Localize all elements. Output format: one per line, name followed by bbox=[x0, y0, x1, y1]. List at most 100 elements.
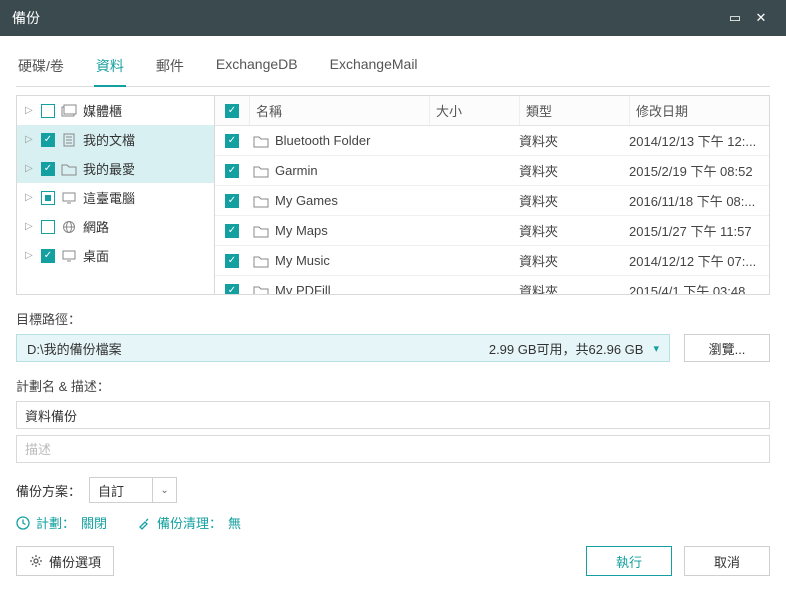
backup-options-label: 備份選項 bbox=[49, 552, 101, 571]
tab-disk[interactable]: 硬碟/卷 bbox=[16, 48, 66, 86]
file-list[interactable]: ✓ 名稱 大小 類型 修改日期 ✓Bluetooth Folder資料夾2014… bbox=[215, 96, 769, 294]
column-header-name[interactable]: 名稱 bbox=[249, 96, 429, 125]
file-name: My Music bbox=[275, 253, 330, 268]
table-row[interactable]: ✓Bluetooth Folder資料夾2014/12/13 下午 12:... bbox=[215, 126, 769, 156]
source-tabs: 硬碟/卷 資料 郵件 ExchangeDB ExchangeMail bbox=[16, 48, 770, 87]
table-row[interactable]: ✓Garmin資料夾2015/2/19 下午 08:52 bbox=[215, 156, 769, 186]
globe-icon bbox=[61, 220, 77, 234]
titlebar: 備份 ▭ ✕ bbox=[0, 0, 786, 36]
clock-icon bbox=[16, 516, 30, 530]
folder-icon bbox=[253, 224, 269, 238]
folder-icon bbox=[253, 284, 269, 295]
chevron-down-icon[interactable]: ⌄ bbox=[153, 477, 177, 503]
table-row[interactable]: ✓ My Maps 資料夾2015/1/27 下午 11:57 bbox=[215, 216, 769, 246]
file-name: My PDFill bbox=[275, 283, 331, 294]
expander-icon[interactable]: ▷ bbox=[25, 105, 35, 116]
file-name: Garmin bbox=[275, 163, 318, 178]
checkbox[interactable]: ✓ bbox=[225, 194, 239, 208]
file-date: 2016/11/18 下午 08:... bbox=[629, 191, 769, 210]
chevron-down-icon[interactable]: ▾ bbox=[653, 342, 659, 355]
checkbox[interactable] bbox=[41, 220, 55, 234]
file-date: 2015/4/1 下午 03:48 bbox=[629, 281, 769, 294]
scheme-label: 備份方案： bbox=[16, 481, 81, 500]
tab-data[interactable]: 資料 bbox=[94, 48, 126, 86]
tree-item[interactable]: ▷ 這臺電腦 bbox=[17, 183, 214, 212]
gear-icon bbox=[29, 554, 43, 568]
file-type: 資料夾 bbox=[519, 221, 629, 240]
tree-item[interactable]: ▷ ✓ 桌面 bbox=[17, 241, 214, 270]
tab-exchangedb[interactable]: ExchangeDB bbox=[214, 48, 300, 86]
target-capacity: 2.99 GB可用，共62.96 GB bbox=[489, 339, 644, 358]
expander-icon[interactable]: ▷ bbox=[25, 250, 35, 261]
target-path-label: 目標路徑： bbox=[16, 309, 770, 328]
cancel-button[interactable]: 取消 bbox=[684, 546, 770, 576]
column-header-date[interactable]: 修改日期 bbox=[629, 96, 769, 125]
maximize-icon[interactable]: ▭ bbox=[722, 10, 748, 26]
checkbox-header[interactable]: ✓ bbox=[225, 104, 239, 118]
checkbox[interactable]: ✓ bbox=[225, 134, 239, 148]
close-icon[interactable]: ✕ bbox=[748, 10, 774, 26]
monitor-icon bbox=[61, 191, 77, 205]
checkbox[interactable]: ✓ bbox=[225, 164, 239, 178]
tree-item[interactable]: ▷ ✓ 我的文檔 bbox=[17, 125, 214, 154]
file-type: 資料夾 bbox=[519, 131, 629, 150]
expander-icon[interactable]: ▷ bbox=[25, 192, 35, 203]
plan-label: 計劃名 & 描述： bbox=[16, 376, 770, 395]
tab-mail[interactable]: 郵件 bbox=[154, 48, 186, 86]
file-name: Bluetooth Folder bbox=[275, 133, 370, 148]
schedule-link[interactable]: 計劃： 關閉 bbox=[16, 513, 107, 532]
checkbox[interactable] bbox=[41, 191, 55, 205]
file-date: 2014/12/12 下午 07:... bbox=[629, 251, 769, 270]
file-type: 資料夾 bbox=[519, 161, 629, 180]
file-date: 2015/1/27 下午 11:57 bbox=[629, 221, 769, 240]
plan-desc-input[interactable] bbox=[16, 435, 770, 463]
checkbox[interactable] bbox=[41, 104, 55, 118]
file-name: My Maps bbox=[275, 223, 328, 238]
browse-button[interactable]: 瀏覽... bbox=[684, 334, 770, 362]
tree-label: 這臺電腦 bbox=[83, 188, 135, 207]
execute-button[interactable]: 執行 bbox=[586, 546, 672, 576]
schedule-value: 關閉 bbox=[81, 513, 107, 532]
checkbox[interactable]: ✓ bbox=[225, 254, 239, 268]
tree-label: 我的最愛 bbox=[83, 159, 135, 178]
folder-icon bbox=[253, 134, 269, 148]
column-header-type[interactable]: 類型 bbox=[519, 96, 629, 125]
source-tree[interactable]: ▷ 媒體櫃 ▷ ✓ 我的文檔 ▷ ✓ 我的最愛 ▷ 這臺電腦 bbox=[17, 96, 215, 294]
table-row[interactable]: ✓ My Music 資料夾2014/12/12 下午 07:... bbox=[215, 246, 769, 276]
tree-label: 我的文檔 bbox=[83, 130, 135, 149]
table-row[interactable]: ✓ My PDFill 資料夾2015/4/1 下午 03:48 bbox=[215, 276, 769, 294]
target-path-field[interactable]: D:\我的備份檔案 2.99 GB可用，共62.96 GB ▾ bbox=[16, 334, 670, 362]
tree-item[interactable]: ▷ 媒體櫃 bbox=[17, 96, 214, 125]
column-header-size[interactable]: 大小 bbox=[429, 96, 519, 125]
tree-label: 媒體櫃 bbox=[83, 101, 122, 120]
expander-icon[interactable]: ▷ bbox=[25, 134, 35, 145]
window-title: 備份 bbox=[12, 8, 722, 28]
checkbox[interactable]: ✓ bbox=[225, 284, 239, 295]
plan-name-input[interactable] bbox=[16, 401, 770, 429]
schedule-label: 計劃： bbox=[36, 513, 75, 532]
target-path-value: D:\我的備份檔案 bbox=[27, 339, 122, 358]
file-type: 資料夾 bbox=[519, 251, 629, 270]
cleanup-link[interactable]: 備份清理： 無 bbox=[137, 513, 241, 532]
scheme-select[interactable]: 自訂 ⌄ bbox=[89, 477, 177, 503]
file-type: 資料夾 bbox=[519, 281, 629, 294]
tree-item[interactable]: ▷ ✓ 我的最愛 bbox=[17, 154, 214, 183]
expander-icon[interactable]: ▷ bbox=[25, 163, 35, 174]
tree-label: 網路 bbox=[83, 217, 109, 236]
checkbox[interactable]: ✓ bbox=[225, 224, 239, 238]
monitor-icon bbox=[61, 249, 77, 263]
checkbox[interactable]: ✓ bbox=[41, 162, 55, 176]
backup-options-button[interactable]: 備份選項 bbox=[16, 546, 114, 576]
folders-icon bbox=[61, 104, 77, 118]
cleanup-value: 無 bbox=[228, 513, 241, 532]
tab-exchangemail[interactable]: ExchangeMail bbox=[328, 48, 420, 86]
checkbox[interactable]: ✓ bbox=[41, 249, 55, 263]
tree-item[interactable]: ▷ 網路 bbox=[17, 212, 214, 241]
table-row[interactable]: ✓My Games資料夾2016/11/18 下午 08:... bbox=[215, 186, 769, 216]
checkbox[interactable]: ✓ bbox=[41, 133, 55, 147]
scheme-value: 自訂 bbox=[89, 477, 153, 503]
cleanup-label: 備份清理： bbox=[157, 513, 222, 532]
folder-icon bbox=[253, 164, 269, 178]
folder-icon bbox=[253, 194, 269, 208]
expander-icon[interactable]: ▷ bbox=[25, 221, 35, 232]
